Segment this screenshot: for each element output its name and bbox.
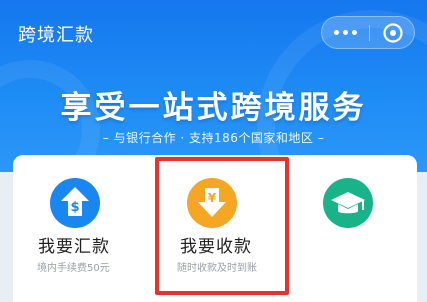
more-dots-icon — [334, 30, 339, 35]
graduation-cap-icon — [323, 178, 373, 228]
page-title: 跨境汇款 — [18, 25, 94, 46]
more-button[interactable] — [322, 17, 369, 48]
banner-headline: 享受一站式跨境服务 — [60, 90, 367, 126]
dollar-upload-icon: $ — [50, 178, 100, 228]
close-circle-icon — [382, 22, 403, 43]
service-remit-label: 我要汇款 — [38, 237, 110, 257]
mini-program-capsule — [321, 16, 415, 49]
close-button[interactable] — [370, 17, 415, 48]
svg-text:$: $ — [70, 200, 79, 215]
highlight-box — [155, 157, 289, 295]
service-remit-desc: 境内手续费50元 — [37, 263, 110, 274]
banner-subline: – 与银行合作 · 支持186个国家和地区 – — [102, 131, 325, 145]
